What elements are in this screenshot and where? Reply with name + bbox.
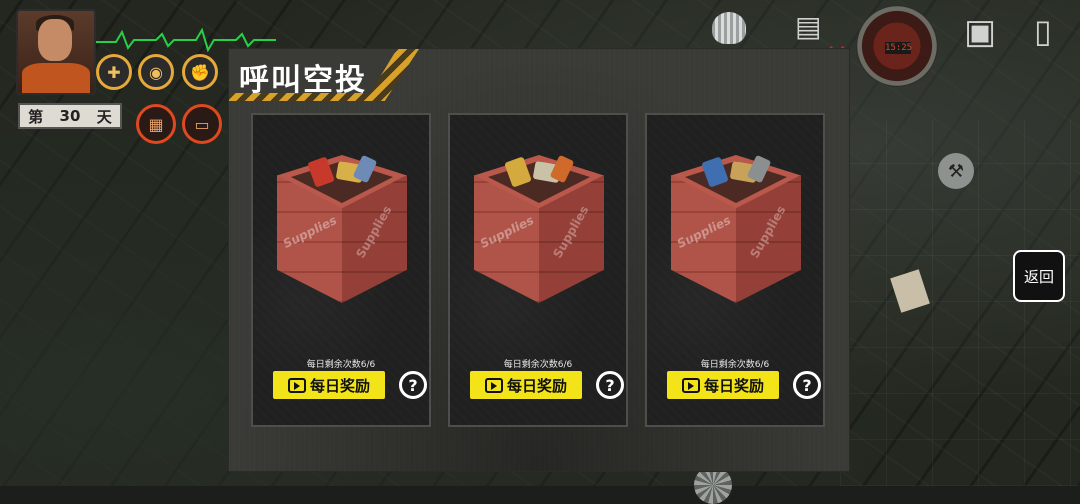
day-counter: 第 30 天: [18, 103, 122, 129]
backpack-icon[interactable]: ▣: [964, 12, 996, 52]
avatar[interactable]: [16, 9, 96, 95]
tv-play-icon: [681, 377, 700, 393]
daily-reward-label: 每日奖励: [309, 376, 370, 395]
day-suffix: 天: [96, 107, 112, 126]
tv-play-icon: [287, 377, 306, 393]
fence-icon[interactable]: ▦: [136, 104, 176, 144]
daily-reward-button[interactable]: 每日奖励: [273, 371, 385, 399]
day-prefix: 第: [28, 107, 44, 126]
notes-icon[interactable]: ▤: [795, 10, 821, 43]
clock-time: 15:25: [885, 42, 913, 54]
supply-crate: Supplies Supplies: [468, 154, 610, 311]
remaining-count: 每日剩余次数6/6: [700, 360, 770, 370]
daily-reward-label: 每日奖励: [506, 376, 567, 395]
wrench-icon[interactable]: ⚒: [938, 153, 974, 189]
supply-crate: Supplies Supplies: [271, 154, 413, 311]
tv-play-icon: [484, 377, 503, 393]
daily-reward-button[interactable]: 每日奖励: [667, 371, 779, 399]
car-icon[interactable]: ▭: [182, 104, 222, 144]
help-icon[interactable]: ?: [596, 371, 624, 399]
avatar-face: [38, 19, 72, 61]
airdrop-card[interactable]: Supplies Supplies 每日剩余次数6/6 每日奖励 ?: [251, 113, 431, 427]
avatar-shirt: [22, 63, 90, 93]
day-number: 30: [59, 107, 81, 125]
airdrop-modal: 呼叫空投 Supplies Supplies 每日剩余次数6/6 每日奖励 ?: [228, 48, 850, 472]
daily-reward-button[interactable]: 每日奖励: [470, 371, 582, 399]
airdrop-card[interactable]: Supplies Supplies 每日剩余次数6/6 每日奖励 ?: [448, 113, 628, 427]
eye-icon[interactable]: ◉: [138, 54, 174, 90]
help-icon[interactable]: ?: [399, 371, 427, 399]
modal-title: 呼叫空投: [239, 63, 367, 98]
remaining-count: 每日剩余次数6/6: [503, 360, 573, 370]
remaining-count: 每日剩余次数6/6: [306, 360, 376, 370]
bandage-icon[interactable]: ✚: [96, 54, 132, 90]
help-icon[interactable]: ?: [793, 371, 821, 399]
back-button[interactable]: 返回: [1013, 250, 1065, 302]
shell-icon[interactable]: [712, 12, 746, 44]
daily-reward-label: 每日奖励: [703, 376, 764, 395]
airdrop-card[interactable]: Supplies Supplies 每日剩余次数6/6 每日奖励 ?: [645, 113, 825, 427]
supply-crate: Supplies Supplies: [665, 154, 807, 311]
exit-door-icon[interactable]: ▯: [1034, 12, 1052, 50]
fist-icon[interactable]: ✊: [182, 54, 218, 90]
